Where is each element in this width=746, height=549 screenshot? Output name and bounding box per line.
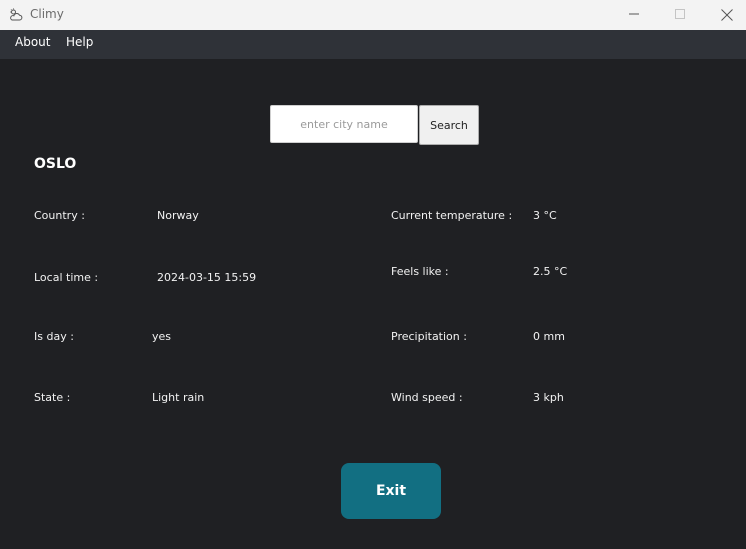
close-icon [721,9,733,21]
country-label: Country : [34,209,85,222]
window-title: Climy [30,7,64,21]
minimize-button[interactable] [611,0,657,30]
wind-speed-value: 3 kph [533,391,564,404]
menu-help[interactable]: Help [66,35,93,49]
city-search-input[interactable] [270,105,418,143]
local-time-value: 2024-03-15 15:59 [157,271,257,284]
local-time-label: Local time : [34,271,99,284]
feels-like-label: Feels like : [391,265,449,278]
menu-about[interactable]: About [15,35,50,49]
cloud-sun-icon [9,7,23,21]
precipitation-value: 0 mm [533,330,565,343]
close-button[interactable] [703,0,746,30]
maximize-button[interactable] [657,0,703,30]
exit-button[interactable]: Exit [341,463,441,519]
city-name: OSLO [34,156,77,172]
is-day-value: yes [152,330,172,343]
wind-speed-label: Wind speed : [391,391,463,404]
minimize-icon [629,13,639,15]
state-value: Light rain [152,391,205,404]
search-button[interactable]: Search [419,105,479,145]
feels-like-value: 2.5 °C [533,265,568,278]
maximize-icon [675,9,685,19]
precipitation-label: Precipitation : [391,330,467,343]
state-label: State : [34,391,71,404]
menu-bar [0,30,746,59]
title-bar: Climy [0,0,746,30]
country-value: Norway [157,209,199,222]
temperature-label: Current temperature : [391,209,513,222]
temperature-value: 3 °C [533,209,557,222]
is-day-label: Is day : [34,330,74,343]
